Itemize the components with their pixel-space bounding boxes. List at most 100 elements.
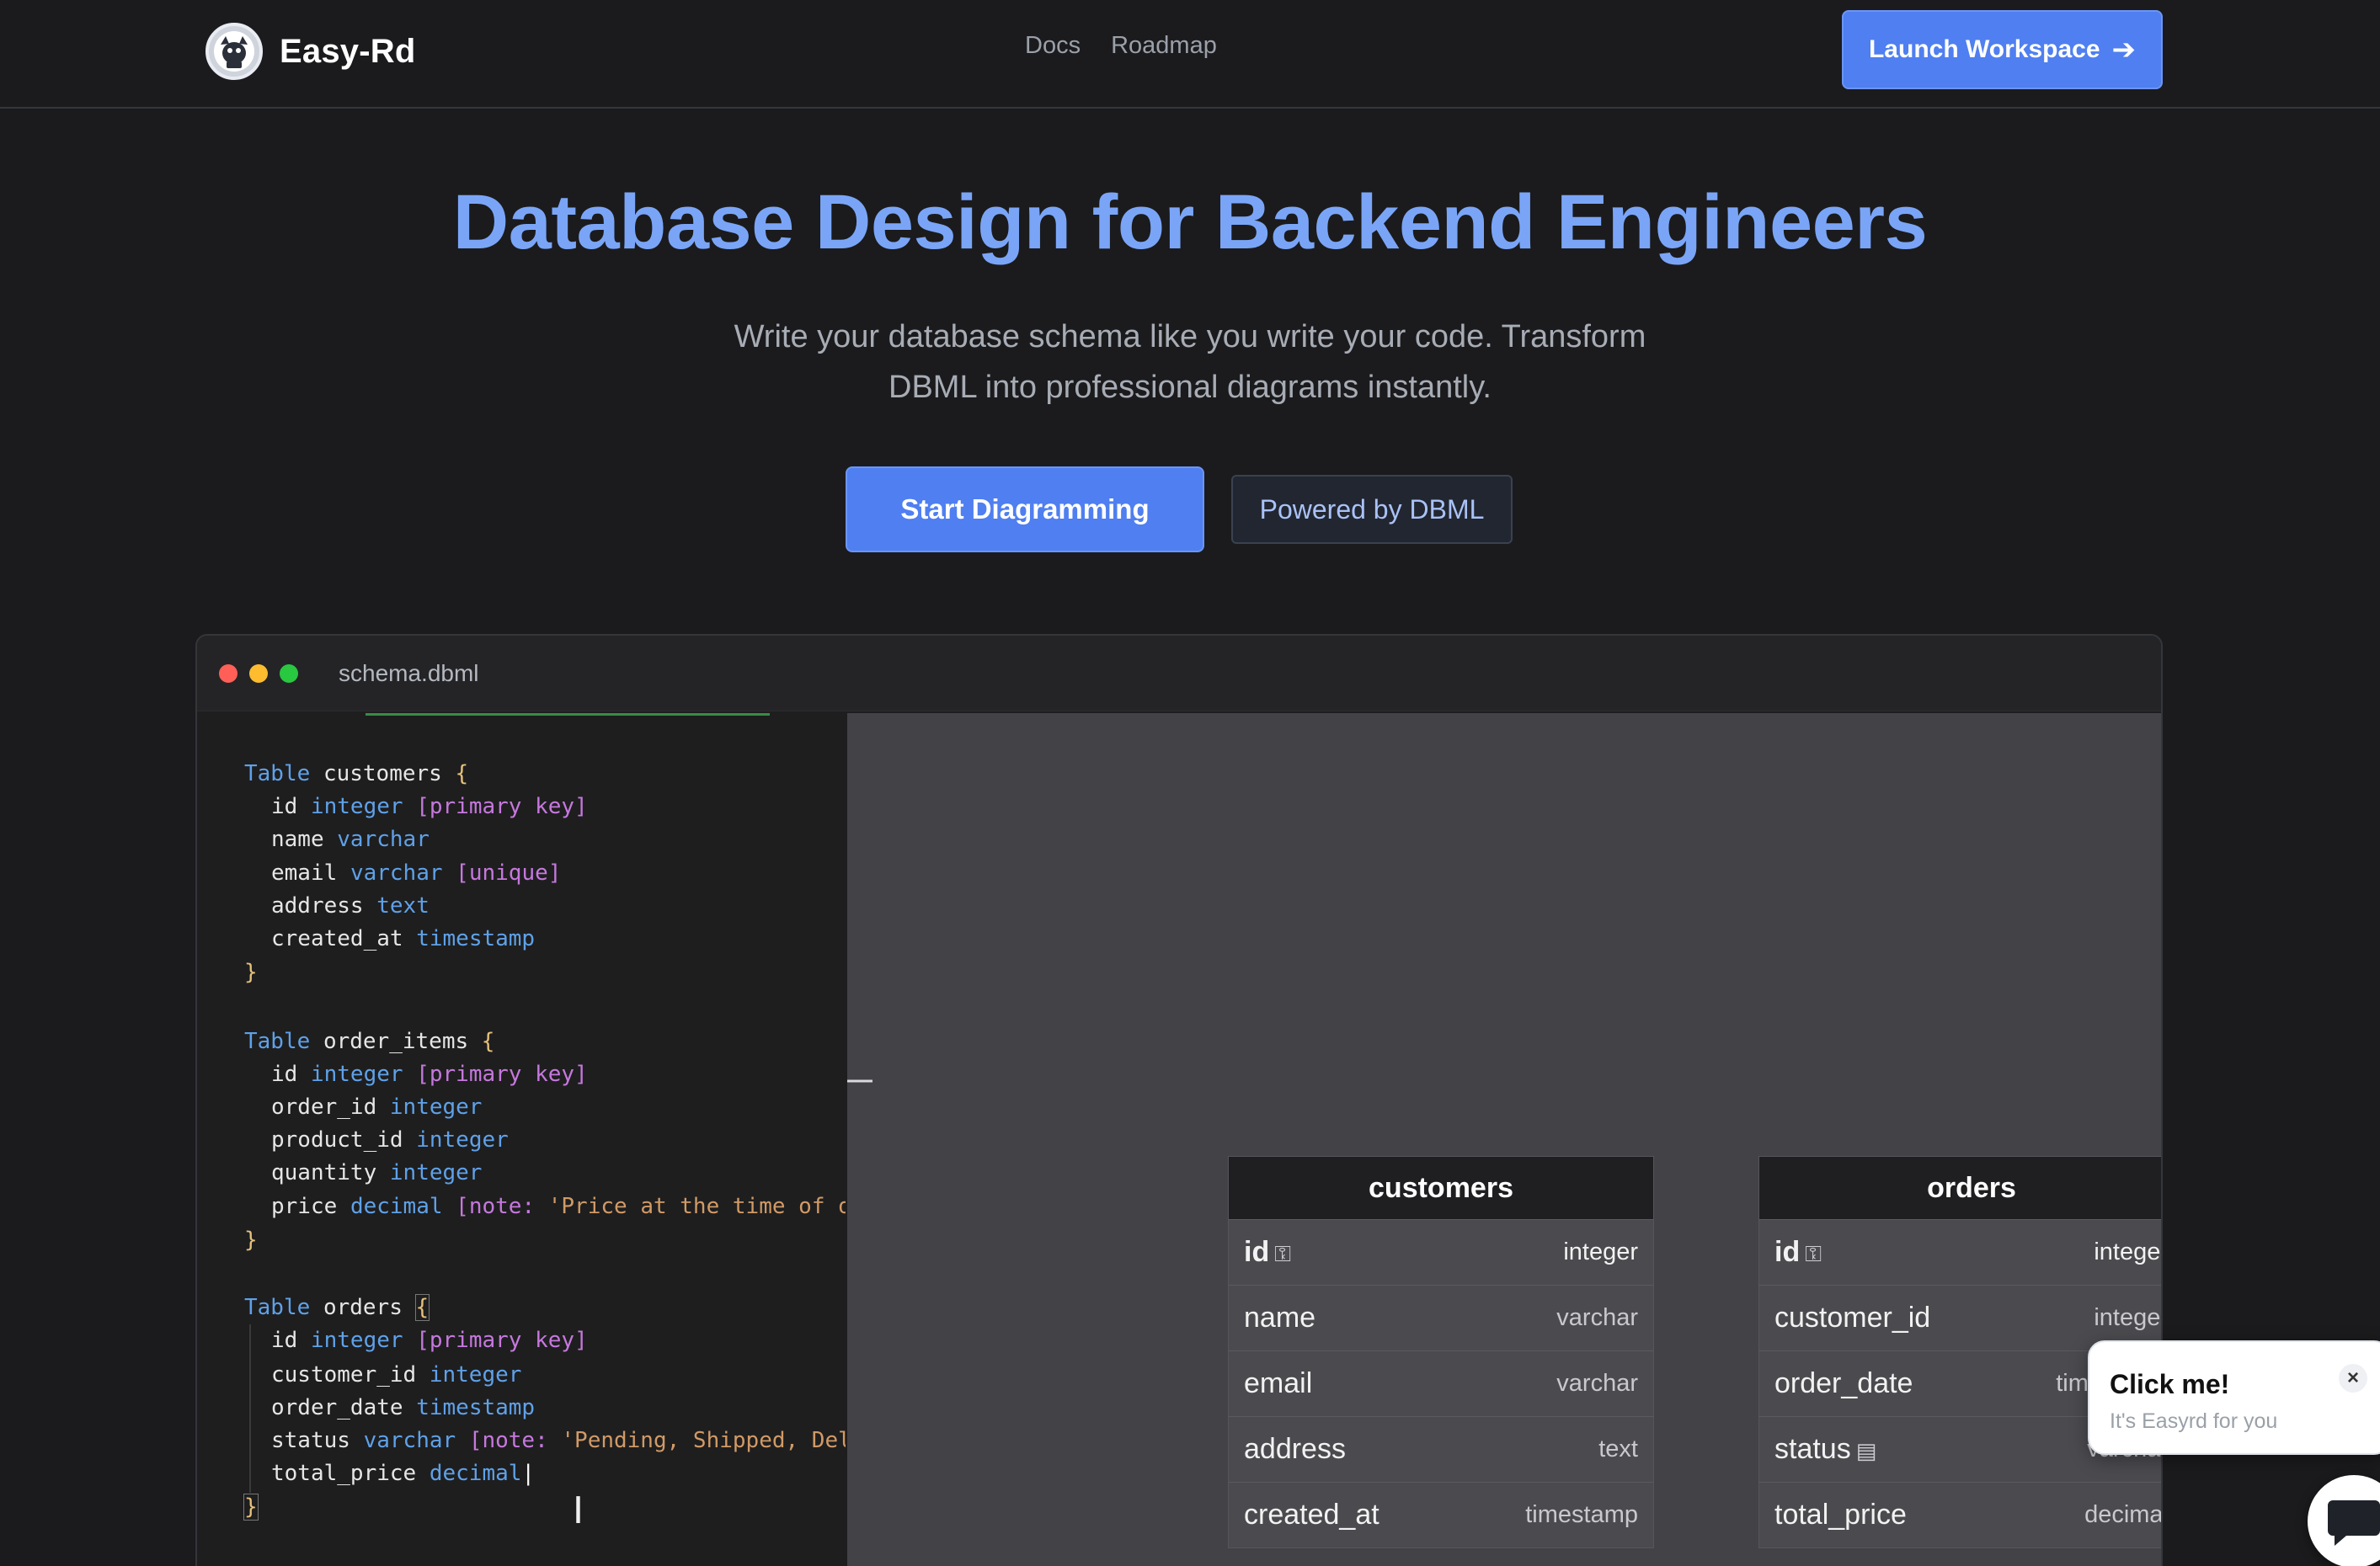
field-type: integer	[416, 1127, 509, 1153]
field-type: integer	[389, 1160, 483, 1185]
code-line: Table order_items {	[244, 1025, 494, 1058]
column-type: text	[1598, 1436, 1638, 1462]
file-name: schema.dbml	[339, 659, 479, 686]
field-name: total_price	[271, 1461, 417, 1486]
nav-link-roadmap[interactable]: Roadmap	[1111, 32, 1217, 60]
field-name: created_at	[271, 926, 403, 951]
column-name: name	[1244, 1302, 1316, 1334]
window-close-dot[interactable]	[219, 663, 237, 683]
field-setting: [note:	[468, 1428, 548, 1453]
field-type: varchar	[363, 1428, 456, 1453]
er-table-header: customers	[1229, 1157, 1653, 1219]
top-nav: Easy-Rd Docs Roadmap Launch Workspace ➔	[0, 0, 2380, 109]
table-name: order_items	[323, 1029, 469, 1054]
column-name: id	[1244, 1236, 1270, 1268]
field-name: quantity	[271, 1160, 377, 1185]
column-name: address	[1244, 1433, 1346, 1465]
code-line: address text	[271, 889, 430, 923]
chat-popup[interactable]: Click me! It's Easyrd for you ×	[2088, 1340, 2380, 1455]
field-name: id	[271, 794, 298, 819]
column-type: integer	[1563, 1238, 1638, 1265]
field-type: varchar	[350, 860, 443, 886]
field-setting: [primary key]	[416, 1062, 588, 1087]
field-setting: [primary key]	[416, 794, 588, 819]
field-name: order_id	[271, 1095, 377, 1120]
field-type: integer	[310, 1062, 403, 1087]
field-type: text	[376, 893, 430, 919]
code-line: status varchar [note: 'Pending, Shipped,…	[271, 1424, 846, 1457]
powered-by-dbml-badge[interactable]: Powered by DBML	[1231, 475, 1513, 544]
code-line: email varchar [unique]	[271, 856, 561, 890]
chat-launcher-button[interactable]	[2308, 1475, 2380, 1566]
table-name: customers	[323, 761, 442, 786]
field-name: email	[271, 860, 338, 886]
field-type: decimal	[429, 1461, 522, 1486]
field-setting: [note:	[456, 1194, 536, 1219]
column-name: customer_id	[1774, 1302, 1931, 1334]
indent-guide	[249, 1324, 251, 1493]
code-line: quantity integer	[271, 1156, 482, 1190]
column-type: varchar	[1556, 1304, 1638, 1331]
diagram-canvas[interactable]: customers id ⚿ integer name varchar email va…	[847, 713, 2163, 1566]
table-name: orders	[323, 1295, 403, 1320]
code-editor[interactable]: Table customers { id integer [primary ke…	[197, 713, 846, 1566]
note-string: 'Pending, Shipped, Deli	[561, 1428, 846, 1453]
window-minimize-dot[interactable]	[249, 663, 268, 683]
start-diagramming-button[interactable]: Start Diagramming	[846, 466, 1204, 552]
window-maximize-dot[interactable]	[280, 663, 298, 683]
column-name: status	[1774, 1433, 1851, 1465]
field-type: timestamp	[416, 926, 536, 951]
nav-link-docs[interactable]: Docs	[1025, 32, 1081, 60]
field-type: integer	[429, 1362, 522, 1388]
er-row: created_at timestamp	[1229, 1482, 1653, 1547]
field-name: id	[271, 1328, 298, 1353]
field-type: integer	[310, 1328, 403, 1353]
er-row: address text	[1229, 1416, 1653, 1482]
code-line: total_price decimal|	[271, 1457, 535, 1490]
note-string: 'Price at the time of or	[547, 1194, 846, 1219]
er-table-customers[interactable]: customers id ⚿ integer name varchar email va…	[1228, 1156, 1654, 1548]
column-type: varchar	[1556, 1370, 1638, 1397]
field-name: name	[271, 827, 324, 852]
brand[interactable]: Easy-Rd	[205, 22, 415, 81]
code-line: id integer [primary key]	[271, 1057, 588, 1091]
code-line: customer_id integer	[271, 1358, 521, 1392]
field-name: status	[271, 1428, 350, 1453]
code-line: price decimal [note: 'Price at the time …	[271, 1190, 846, 1223]
field-type: timestamp	[416, 1395, 536, 1420]
code-line: }	[244, 1223, 258, 1257]
code-line: product_id integer	[271, 1123, 509, 1157]
column-type: timestamp	[1525, 1501, 1638, 1528]
field-setting: [primary key]	[416, 1328, 588, 1353]
brand-name: Easy-Rd	[280, 32, 416, 70]
keyword-table: Table	[244, 1029, 311, 1054]
code-line: order_date timestamp	[271, 1391, 535, 1425]
field-name: customer_id	[271, 1362, 417, 1388]
code-line: order_id integer	[271, 1090, 482, 1124]
field-type: integer	[389, 1095, 483, 1120]
window-titlebar: schema.dbml	[197, 636, 2161, 711]
brace: {	[481, 1029, 495, 1054]
column-type: decimal	[2084, 1501, 2163, 1528]
text-caret: |	[521, 1461, 536, 1486]
field-name: id	[271, 1062, 298, 1087]
code-line: id integer [primary key]	[271, 1324, 588, 1357]
er-row: total_price decimal	[1759, 1482, 2163, 1547]
hero-subtitle-line-2: DBML into professional diagrams instantl…	[888, 370, 1492, 405]
launch-workspace-button[interactable]: Launch Workspace ➔	[1842, 10, 2163, 89]
column-name: created_at	[1244, 1499, 1379, 1531]
close-icon[interactable]: ×	[2339, 1364, 2367, 1393]
hero-title: Database Design for Backend Engineers	[452, 179, 1928, 265]
field-type: integer	[310, 794, 403, 819]
code-line: created_at timestamp	[271, 922, 535, 956]
brace: }	[244, 960, 258, 985]
er-table-header: orders	[1759, 1157, 2161, 1219]
field-name: price	[271, 1194, 338, 1219]
key-icon: ⚿	[1274, 1241, 1292, 1266]
launch-workspace-label: Launch Workspace	[1868, 35, 2100, 63]
key-icon: ⚿	[1805, 1241, 1822, 1266]
text-cursor-icon: I	[573, 1489, 584, 1532]
code-line: Table customers {	[244, 757, 468, 791]
field-name: address	[271, 893, 364, 919]
chat-bubble-icon	[2328, 1500, 2380, 1546]
